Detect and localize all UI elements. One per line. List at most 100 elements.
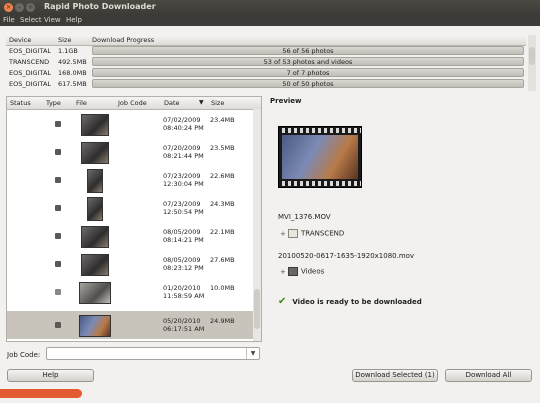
size-column-header[interactable]: Size <box>211 99 224 107</box>
file-column-header[interactable]: File <box>76 99 87 107</box>
device-name: EOS_DIGITAL <box>9 80 52 88</box>
file-date-time: 08:14:21 PM <box>163 236 204 244</box>
menu-bar: File Select View Help <box>0 15 540 26</box>
file-date: 07/20/2009 08:21:44 PM <box>163 144 204 160</box>
expand-icon[interactable]: + <box>280 268 288 276</box>
device-column-header[interactable]: Device <box>9 36 31 44</box>
file-row[interactable]: 07/02/2009 08:40:24 PM 23.4MB <box>7 110 253 138</box>
window-controls: × – + <box>4 3 37 12</box>
device-progress-bar: 50 of 50 photos <box>92 79 524 88</box>
download-all-button[interactable]: Download All <box>445 369 532 382</box>
photo-thumbnail <box>87 169 103 193</box>
download-status-text: Video is ready to be downloaded <box>292 298 422 306</box>
video-type-icon <box>55 322 61 328</box>
file-list-scrollbar[interactable] <box>253 109 261 341</box>
progress-column-header[interactable]: Download Progress <box>92 36 154 44</box>
file-date-time: 08:21:44 PM <box>163 152 204 160</box>
filmstrip-holes-bottom <box>279 181 361 186</box>
file-row-selected[interactable]: 05/20/2010 06:17:51 AM 24.9MB <box>7 311 253 339</box>
device-size: 617.5MB <box>58 80 87 88</box>
file-list-header: Status Type File Job Code Date ▼ Size <box>7 97 261 110</box>
photo-type-icon <box>55 121 61 127</box>
file-date-day: 08/05/2009 <box>163 256 201 264</box>
date-column-header[interactable]: Date <box>164 99 180 107</box>
file-date-time: 11:58:59 AM <box>163 292 205 300</box>
photo-thumbnail <box>81 114 109 136</box>
scrollbar-thumb[interactable] <box>254 289 260 329</box>
source-device-tree[interactable]: + TRANSCEND <box>280 229 344 238</box>
menu-view[interactable]: View <box>44 16 61 24</box>
photo-type-icon <box>55 261 61 267</box>
minimize-window-button[interactable]: – <box>15 3 24 12</box>
file-row[interactable]: 01/20/2010 11:58:59 AM 10.0MB <box>7 278 253 306</box>
status-column-header[interactable]: Status <box>10 99 31 107</box>
title-bar: × – + Rapid Photo Downloader <box>0 0 540 15</box>
size-column-header[interactable]: Size <box>58 36 71 44</box>
file-date-time: 06:17:51 AM <box>163 325 205 333</box>
file-size: 10.0MB <box>210 284 235 292</box>
drive-icon <box>288 229 298 238</box>
menu-select[interactable]: Select <box>20 16 42 24</box>
file-size: 24.9MB <box>210 317 235 325</box>
file-date-time: 12:30:04 PM <box>163 180 204 188</box>
expand-icon[interactable]: + <box>280 230 288 238</box>
file-row[interactable]: 07/20/2009 08:21:44 PM 23.5MB <box>7 138 253 166</box>
file-size: 24.3MB <box>210 200 235 208</box>
file-row[interactable]: 08/05/2009 08:14:21 PM 22.1MB <box>7 222 253 250</box>
device-progress-bar: 7 of 7 photos <box>92 68 524 77</box>
file-row[interactable]: 07/23/2009 12:50:54 PM 24.3MB <box>7 194 253 222</box>
close-window-button[interactable]: × <box>4 3 13 12</box>
video-thumbnail <box>79 315 111 337</box>
file-size: 23.5MB <box>210 144 235 152</box>
filmstrip-holes-top <box>279 128 361 133</box>
video-preview-image <box>282 135 358 179</box>
device-row[interactable]: EOS_DIGITAL 617.5MB 50 of 50 photos <box>6 79 526 89</box>
job-code-label: Job Code: <box>7 351 41 359</box>
file-date-day: 07/23/2009 <box>163 172 201 180</box>
file-size: 22.6MB <box>210 172 235 180</box>
photo-type-icon <box>55 177 61 183</box>
file-date-day: 01/20/2010 <box>163 284 201 292</box>
download-selected-button[interactable]: Download Selected (1) <box>352 369 438 382</box>
photo-thumbnail <box>87 197 103 221</box>
maximize-window-button[interactable]: + <box>26 3 35 12</box>
window-title: Rapid Photo Downloader <box>44 2 156 11</box>
file-date-time: 08:23:12 PM <box>163 264 204 272</box>
device-table: Device Size Download Progress EOS_DIGITA… <box>6 35 536 91</box>
file-row[interactable]: 07/23/2009 12:30:04 PM 22.6MB <box>7 166 253 194</box>
device-progress-bar: 56 of 56 photos <box>92 46 524 55</box>
device-row[interactable]: TRANSCEND 492.5MB 53 of 53 photos and vi… <box>6 57 526 67</box>
file-date-day: 07/20/2009 <box>163 144 201 152</box>
sort-descending-icon: ▼ <box>199 99 204 106</box>
photo-thumbnail <box>79 282 111 304</box>
device-row[interactable]: EOS_DIGITAL 168.0MB 7 of 7 photos <box>6 68 526 78</box>
file-date: 07/23/2009 12:50:54 PM <box>163 200 204 216</box>
file-row[interactable]: 08/05/2009 08:23:12 PM 27.6MB <box>7 250 253 278</box>
chevron-down-icon[interactable]: ▼ <box>246 348 259 359</box>
device-table-scrollbar[interactable] <box>528 35 536 91</box>
job-code-column-header[interactable]: Job Code <box>118 99 147 107</box>
file-date-time: 08:40:24 PM <box>163 124 204 132</box>
destination-folder-tree[interactable]: + Videos <box>280 267 324 276</box>
file-date: 07/02/2009 08:40:24 PM <box>163 116 204 132</box>
device-size: 1.1GB <box>58 47 78 55</box>
photo-type-icon <box>55 149 61 155</box>
device-name: EOS_DIGITAL <box>9 47 52 55</box>
type-column-header[interactable]: Type <box>46 99 61 107</box>
device-name: EOS_DIGITAL <box>9 69 52 77</box>
device-row[interactable]: EOS_DIGITAL 1.1GB 56 of 56 photos <box>6 46 526 56</box>
file-date-day: 08/05/2009 <box>163 228 201 236</box>
preview-heading: Preview <box>270 97 302 105</box>
device-name: TRANSCEND <box>9 58 50 66</box>
job-code-combo[interactable]: ▼ <box>46 347 260 360</box>
photo-thumbnail <box>81 254 109 276</box>
help-button[interactable]: Help <box>7 369 94 382</box>
preview-filename: MVI_1376.MOV <box>278 213 331 221</box>
checkmark-icon: ✔ <box>278 296 287 307</box>
overall-progress-bar <box>0 389 82 398</box>
video-preview-filmstrip <box>278 126 362 188</box>
menu-help[interactable]: Help <box>66 16 82 24</box>
scrollbar-thumb[interactable] <box>529 47 535 65</box>
menu-file[interactable]: File <box>3 16 15 24</box>
device-progress-bar: 53 of 53 photos and videos <box>92 57 524 66</box>
